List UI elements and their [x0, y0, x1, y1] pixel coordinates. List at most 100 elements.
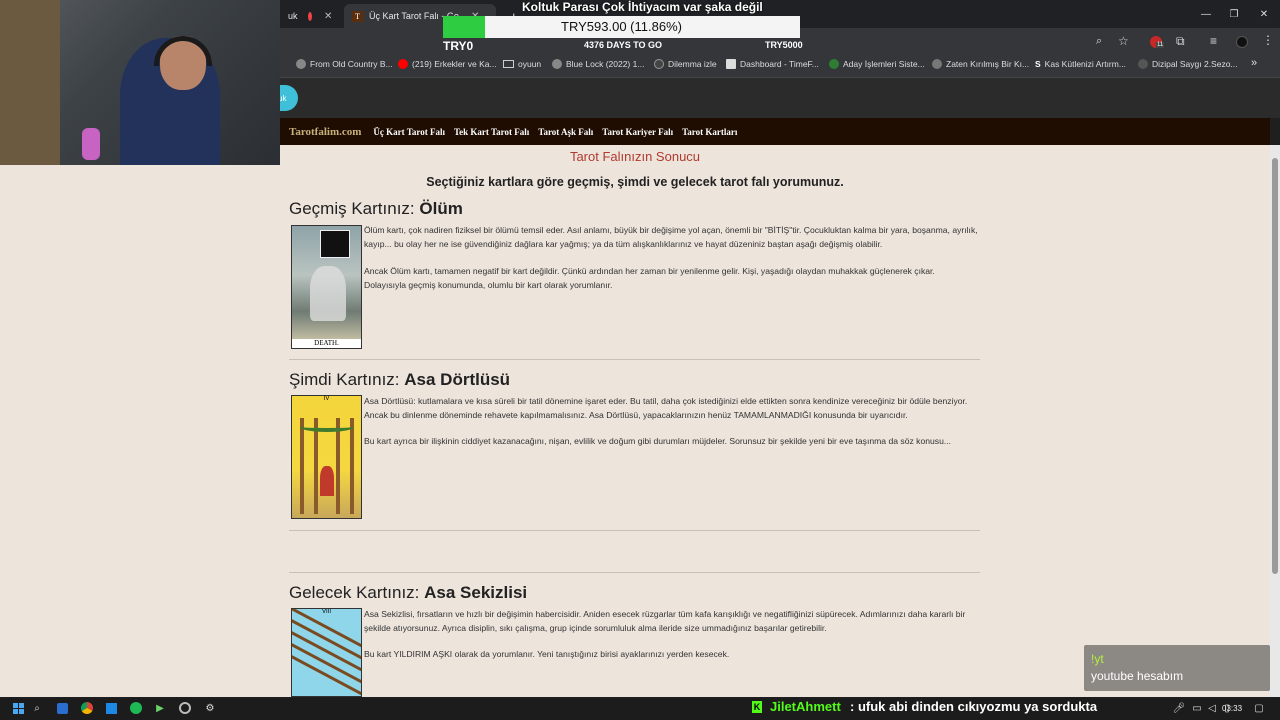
record-icon — [308, 11, 312, 21]
donation-goal-amount: TRY593.00 (11.86%) — [561, 19, 682, 34]
mic-icon[interactable]: 🎤︎ — [1172, 701, 1186, 715]
bookmark-item[interactable]: Blue Lock (2022) 1... — [552, 59, 644, 69]
store-icon[interactable] — [104, 701, 118, 715]
window-close-icon[interactable]: ✕ — [1248, 0, 1280, 28]
nav-link[interactable]: Tarot Kariyer Falı — [602, 127, 673, 137]
wand-icon — [300, 418, 304, 514]
divider — [289, 530, 980, 531]
site-logo[interactable]: Tarotfalim.com — [289, 126, 361, 138]
chat-command-box: !yt youtube hesabım — [1084, 645, 1270, 691]
close-icon[interactable]: ✕ — [324, 11, 332, 22]
search-icon[interactable]: ⌕ — [30, 701, 44, 715]
eight-of-wands-card-image: VIII — [291, 608, 362, 697]
bookmark-label: Dashboard - TimeF... — [740, 59, 819, 69]
volume-icon[interactable]: ◁ — [1205, 701, 1219, 715]
tab-partial-label: uk — [288, 11, 298, 21]
section-prefix: Şimdi Kartınız: — [289, 370, 405, 389]
bookmark-favicon-icon: S — [1035, 59, 1041, 69]
section-title-past: Geçmiş Kartınız: Ölüm — [289, 199, 463, 219]
wand-icon — [336, 418, 340, 514]
bookmark-item[interactable]: S Kas Kütlenizi Artırm... — [1035, 59, 1126, 69]
chat-command: !yt — [1091, 652, 1104, 666]
bookmark-item[interactable]: Aday İşlemleri Siste... — [829, 59, 925, 69]
bookmark-label: Dizipal Saygı 2.Sezo... — [1152, 59, 1238, 69]
nav-link[interactable]: Tek Kart Tarot Falı — [454, 127, 529, 137]
nav-link[interactable]: Tarot Kartları — [682, 127, 737, 137]
media-icon[interactable]: ≡ — [1210, 34, 1217, 48]
obs-icon[interactable] — [178, 701, 192, 715]
bookmark-item[interactable]: (219) Erkekler ve Ka... — [398, 59, 497, 69]
star-icon[interactable]: ☆ — [1118, 34, 1129, 48]
play-icon[interactable]: ▶ — [153, 701, 167, 715]
tarot-favicon-icon: T — [352, 10, 363, 22]
donation-title: Koltuk Parası Çok İhtiyacım var şaka değ… — [522, 0, 763, 14]
bookmark-item[interactable]: Dizipal Saygı 2.Sezo... — [1138, 59, 1238, 69]
site-nav: Tarotfalim.com Üç Kart Tarot Falı Tek Ka… — [280, 118, 1270, 145]
bookmark-favicon-icon — [654, 59, 664, 69]
scrollbar-thumb[interactable] — [1272, 158, 1278, 574]
wand-icon — [314, 418, 318, 514]
card-description: Ölüm kartı, çok nadiren fiziksel bir ölü… — [364, 225, 978, 249]
taskbar: ⌕ ▶ ⚙ K JiletAhmett : ufuk abi dinden cı… — [0, 698, 1280, 720]
card-caption: DEATH. — [292, 339, 361, 348]
section-title-future: Gelecek Kartınız: Asa Sekizlisi — [289, 583, 527, 603]
kick-icon: K — [752, 701, 762, 713]
puzzle-icon[interactable]: ⧉ — [1176, 34, 1185, 49]
donation-goal-bar: TRY593.00 (11.86%) — [443, 16, 800, 38]
bookmarks-overflow-button[interactable]: » — [1251, 57, 1257, 69]
bookmark-label: Dilemma izle — [668, 59, 717, 69]
page-subtitle: Seçtiğiniz kartlara göre geçmiş, şimdi v… — [426, 175, 844, 189]
lamp-shape — [82, 128, 100, 160]
wand-icon — [350, 418, 354, 514]
section-title-present: Şimdi Kartınız: Asa Dörtlüsü — [289, 370, 510, 390]
section-prefix: Gelecek Kartınız: — [289, 583, 425, 602]
bookmark-label: Kas Kütlenizi Artırm... — [1044, 59, 1126, 69]
garland-icon — [300, 422, 354, 432]
youtube-icon — [398, 59, 408, 69]
spotify-icon[interactable] — [129, 701, 143, 715]
zoom-icon[interactable]: ⌕ — [1096, 35, 1102, 48]
clock: 03:33 — [1222, 704, 1243, 713]
gear-icon[interactable]: ⚙ — [203, 701, 217, 715]
door-shape — [0, 0, 60, 165]
restore-icon[interactable]: ❐ — [1218, 0, 1250, 28]
bookmark-label: Zaten Kırılmış Bir Kı... — [946, 59, 1030, 69]
bookmark-item[interactable]: From Old Country B... — [296, 59, 393, 69]
bookmark-item[interactable]: Dilemma izle — [654, 59, 717, 69]
webcam-overlay — [0, 0, 280, 165]
card-description: Ancak Ölüm kartı, tamamen negatif bir ka… — [364, 266, 935, 290]
nav-link[interactable]: Üç Kart Tarot Falı — [373, 127, 445, 137]
bookmark-item[interactable]: oyuun — [503, 59, 541, 69]
network-icon[interactable]: ▭ — [1190, 701, 1204, 715]
bookmark-favicon-icon — [932, 59, 942, 69]
skeleton-rider-figure — [310, 266, 346, 321]
notif-badge: 11 — [1156, 42, 1165, 48]
card-description: Bu kart YILDIRIM AŞKI olarak da yorumlan… — [364, 649, 730, 659]
menu-icon[interactable]: ⋮ — [1262, 33, 1274, 47]
bookmark-favicon-icon — [726, 59, 736, 69]
bookmark-item[interactable]: Dashboard - TimeF... — [726, 59, 819, 69]
figures-icon — [320, 466, 334, 496]
bookmark-item[interactable]: Zaten Kırılmış Bir Kı... — [932, 59, 1029, 69]
folder-icon — [503, 60, 514, 68]
nav-link[interactable]: Tarot Aşk Falı — [538, 127, 593, 137]
card-description: Asa Sekizlisi, fırsatların ve hızlı bir … — [364, 609, 966, 633]
chrome-icon[interactable] — [80, 701, 94, 715]
card-name: Asa Dörtlüsü — [404, 370, 511, 389]
goal-days-label: 4376 DAYS TO GO — [584, 40, 663, 50]
flag-icon — [320, 230, 350, 258]
bookmark-favicon-icon — [296, 59, 306, 69]
card-description: Asa Dörtlüsü: kutlamalara ve kısa süreli… — [364, 396, 968, 420]
bookmark-label: From Old Country B... — [310, 59, 393, 69]
goal-right-label: TRY5000 — [765, 40, 803, 50]
tab-recording[interactable]: ✕ — [300, 4, 340, 28]
card-description: Bu kart ayrıca bir ilişkinin ciddiyet ka… — [364, 436, 952, 446]
goal-left-label: TRY0 — [443, 39, 474, 53]
app-icon[interactable] — [55, 701, 69, 715]
notifications-icon[interactable]: ▢ — [1252, 701, 1266, 715]
profile-icon[interactable] — [1236, 36, 1248, 48]
bookmark-label: oyuun — [518, 59, 542, 69]
ticker-message: : ufuk abi dinden cıkıyozmu ya sordukta — [850, 699, 1098, 714]
windows-start-icon[interactable] — [11, 701, 25, 715]
bookmark-label: Blue Lock (2022) 1... — [566, 59, 645, 69]
